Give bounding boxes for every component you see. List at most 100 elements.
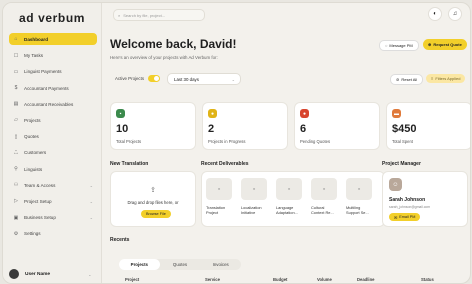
plus-icon: ⊕: [428, 42, 432, 47]
deliverable-label: Cultural Context Re...: [311, 205, 334, 215]
file-icon: ▫: [206, 178, 232, 200]
dollar-icon: $: [14, 85, 18, 92]
chevron-down-icon: ⌄: [231, 76, 235, 82]
home-icon: ⌂: [14, 36, 18, 42]
sidebar-item-project-setup[interactable]: ▷ Project Setup ⌄: [9, 196, 97, 207]
filter-bar: Active Projects Last 30 days ⌄ ⊘ Reset All…: [110, 72, 467, 86]
active-projects-label: Active Projects: [115, 76, 145, 81]
wallet-icon: ▬: [392, 109, 401, 118]
sidebar-nav: ⌂ Dashboard ☐ My Tasks ▭ Linguist Payments …: [9, 33, 97, 244]
sidebar-item-accountant-receivables[interactable]: ▤ Accountant Receivables: [9, 99, 97, 110]
stat-card-pending-quotes[interactable]: ● 6 Pending Quotes: [294, 102, 380, 150]
top-actions: ◐ ♫: [428, 7, 462, 21]
checklist-icon: ☐: [13, 52, 19, 59]
deliverables-list: ▫ Translation Project ▫ Localization Initi…: [201, 171, 385, 227]
new-translation-title: New Translation: [110, 161, 149, 167]
deliverable-label: Localization Initiative: [241, 205, 262, 215]
chevron-down-icon: ⌄: [89, 198, 93, 204]
user-icon: ⚲: [14, 166, 18, 172]
active-projects-toggle[interactable]: [148, 75, 160, 82]
chevron-down-icon: ⌄: [89, 182, 93, 188]
tab-quotes[interactable]: Quotes: [160, 259, 201, 270]
receivable-icon: ▤: [13, 101, 19, 108]
sidebar-item-team-access[interactable]: ⚇ Team & Access ⌄: [9, 180, 97, 191]
message-pm-button[interactable]: ◌ Message PM: [379, 40, 419, 51]
avatar: [9, 269, 19, 279]
tab-invoices[interactable]: Invoices: [200, 259, 241, 270]
reset-label: Reset All: [401, 77, 418, 82]
chevron-down-icon: ⌄: [88, 271, 92, 277]
column-header-status[interactable]: Status: [421, 277, 434, 282]
sidebar-item-accountant-payments[interactable]: $ Accountant Payments: [9, 83, 97, 94]
sidebar-item-linguist-payments[interactable]: ▭ Linguist Payments: [9, 66, 97, 77]
sidebar-item-projects[interactable]: ▱ Projects: [9, 115, 97, 126]
deliverable-item[interactable]: ▫ Localization Initiative: [241, 178, 273, 215]
sidebar-item-business-setup[interactable]: ▣ Business Setup ⌄: [9, 212, 97, 223]
user-menu[interactable]: User Name ⌄: [9, 269, 91, 279]
request-quote-button[interactable]: ⊕ Request Quote: [423, 39, 467, 50]
recents-tabs: Projects Quotes Invoices: [119, 259, 241, 270]
column-header-volume[interactable]: Volume: [317, 277, 332, 282]
sidebar-item-my-tasks[interactable]: ☐ My Tasks: [9, 50, 97, 61]
user-name: User Name: [25, 271, 51, 277]
avatar: ☺: [389, 178, 402, 191]
upload-icon: ⇪: [150, 187, 156, 194]
column-header-project[interactable]: Project: [125, 277, 139, 282]
search-input[interactable]: ⌕ Search by file, project...: [113, 9, 205, 21]
stat-card-total-projects[interactable]: ▪ 10 Total Projects: [110, 102, 196, 150]
deliverable-label: Translation Project: [206, 205, 226, 215]
filter-icon: ≡: [431, 76, 434, 81]
file-icon: ▫: [276, 178, 302, 200]
sidebar-item-settings[interactable]: ⚙ Settings: [9, 228, 97, 239]
theme-toggle-icon[interactable]: ◐: [428, 7, 442, 21]
sidebar-item-label: Business Setup: [24, 215, 56, 221]
sidebar-item-linguists[interactable]: ⚲ Linguists: [9, 164, 97, 175]
stat-label: Projects in Progress: [208, 139, 246, 144]
deliverable-item[interactable]: ▫ Translation Project: [206, 178, 238, 215]
request-quote-label: Request Quote: [433, 42, 462, 47]
file-icon: ▫: [241, 178, 267, 200]
deliverable-item[interactable]: ▫ Language Adaptation...: [276, 178, 308, 215]
deliverable-item[interactable]: ▫ Cultural Context Re...: [311, 178, 343, 215]
stat-value: 2: [208, 123, 215, 135]
column-header-service[interactable]: Service: [205, 277, 220, 282]
pm-email: sarah_johnson@gmail.com: [389, 205, 431, 209]
sidebar-item-dashboard[interactable]: ⌂ Dashboard: [9, 33, 97, 45]
filters-applied-button[interactable]: ≡ Filters Applied: [426, 74, 466, 83]
file-icon: ▫: [346, 178, 372, 200]
browse-file-button[interactable]: Browse File: [141, 210, 171, 218]
folder-icon: ▪: [116, 109, 125, 118]
reset-all-button[interactable]: ⊘ Reset All: [390, 74, 424, 85]
recents-title: Recents: [110, 237, 130, 243]
sidebar-item-customers[interactable]: ஃ Customers: [9, 147, 97, 158]
column-header-budget[interactable]: Budget: [273, 277, 287, 282]
stat-value: 10: [116, 123, 129, 135]
sidebar-item-label: Project Setup: [24, 198, 52, 204]
file-dropzone[interactable]: ⇪ Drag and drop files here, or Browse Fi…: [110, 171, 196, 227]
date-range-select[interactable]: Last 30 days ⌄: [167, 73, 241, 85]
sidebar-item-quotes[interactable]: ▯ Quotes: [9, 131, 97, 142]
project-manager-title: Project Manager: [382, 161, 421, 167]
tab-projects[interactable]: Projects: [119, 259, 160, 270]
search-placeholder: Search by file, project...: [123, 12, 166, 18]
deliverable-item[interactable]: ▫ Multiling Support Se...: [346, 178, 378, 215]
folder-icon: ▱: [14, 117, 18, 124]
setup-icon: ▷: [14, 198, 18, 205]
app-window: ad verbum ⌂ Dashboard ☐ My Tasks ▭ Linguist…: [2, 2, 471, 284]
sidebar-item-label: My Tasks: [24, 53, 44, 59]
email-pm-label: Email PM: [399, 215, 416, 219]
brand-logo: ad verbum: [18, 11, 86, 25]
gear-icon: ⚙: [13, 230, 19, 237]
project-manager-card: ☺ Sarah Johnson sarah_johnson@gmail.com …: [382, 171, 468, 227]
sidebar-item-label: Team & Access: [24, 182, 56, 188]
stat-card-total-spent[interactable]: ▬ $450 Total Spent: [386, 102, 470, 150]
chat-icon: ◌: [385, 43, 388, 48]
stat-card-in-progress[interactable]: ● 2 Projects in Progress: [202, 102, 288, 150]
page-title: Welcome back, David!: [110, 37, 237, 51]
email-pm-button[interactable]: ✉ Email PM: [389, 213, 421, 221]
main-content: ⌕ Search by file, project... ◐ ♫ Welcome …: [101, 3, 470, 283]
column-header-deadline[interactable]: Deadline: [357, 277, 374, 282]
reset-icon: ⊘: [396, 77, 400, 82]
bell-icon[interactable]: ♫: [448, 7, 462, 21]
mail-icon: ✉: [394, 215, 398, 220]
